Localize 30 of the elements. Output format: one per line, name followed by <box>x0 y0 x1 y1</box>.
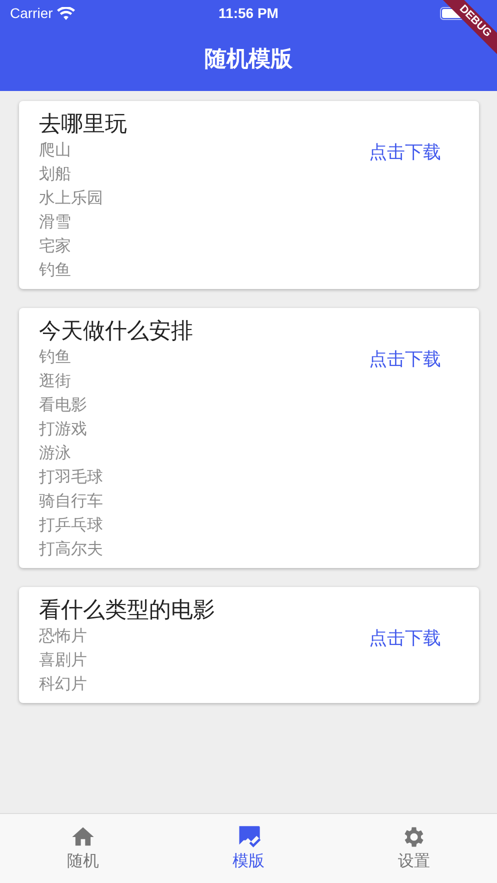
list-item: 钓鱼 <box>39 348 72 368</box>
nav-tab[interactable]: 设置 <box>331 814 497 883</box>
card-title: 去哪里玩 <box>39 110 128 138</box>
list-item: 钓鱼 <box>39 261 72 281</box>
download-link[interactable]: 点击下载 <box>369 346 441 372</box>
wifi-icon <box>56 6 75 21</box>
list-item: 游泳 <box>39 444 72 464</box>
card-title: 今天做什么安排 <box>39 317 194 345</box>
list-item: 滑雪 <box>39 213 72 233</box>
list-item: 打游戏 <box>39 420 88 440</box>
list-item: 打乒乓球 <box>39 516 104 536</box>
list-item: 水上乐园 <box>39 188 104 209</box>
list-item: 喜剧片 <box>39 650 88 671</box>
list-item: 恐怖片 <box>39 626 88 647</box>
status-time: 11:56 PM <box>218 4 278 22</box>
list-item: 打高尔夫 <box>39 540 104 560</box>
list-item: 宅家 <box>39 236 72 257</box>
list-item: 爬山 <box>39 140 72 161</box>
download-link[interactable]: 点击下载 <box>369 625 441 651</box>
list-item: 打羽毛球 <box>39 468 104 488</box>
nav-tab[interactable]: 模版 <box>166 814 332 883</box>
list-item: 划船 <box>39 164 72 185</box>
download-link[interactable]: 点击下载 <box>369 139 441 165</box>
list-item: 看电影 <box>39 396 88 416</box>
nav-tab[interactable]: 随机 <box>0 814 166 883</box>
list-item: 逛街 <box>39 372 72 392</box>
carrier-label: Carrier <box>10 4 53 22</box>
list-item: 科幻片 <box>39 674 88 695</box>
list-item: 骑自行车 <box>39 492 104 512</box>
card-title: 看什么类型的电影 <box>39 596 216 624</box>
